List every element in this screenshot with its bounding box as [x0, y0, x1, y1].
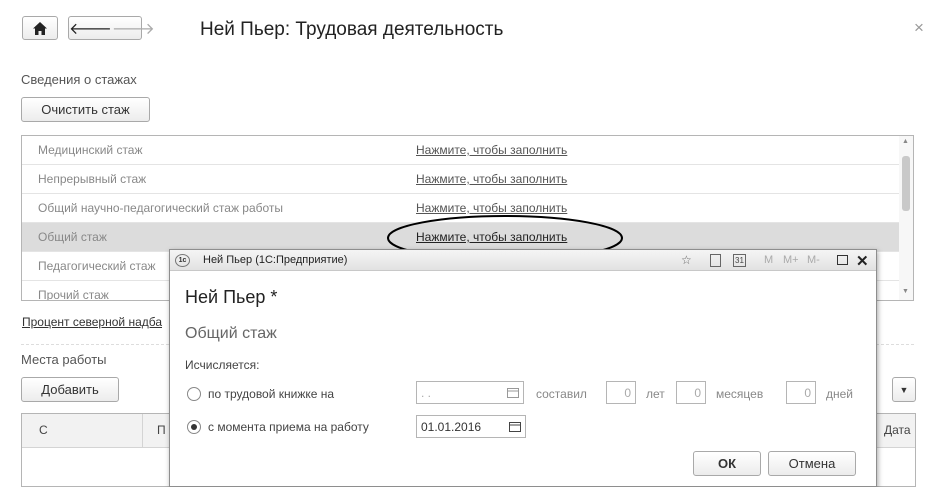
north-percent-link[interactable]: Процент северной надба — [22, 315, 162, 329]
calendar-icon[interactable]: 31 — [733, 254, 746, 267]
memory-m-button[interactable]: M — [764, 254, 773, 266]
radio-s-momenta-priema[interactable] — [187, 420, 201, 434]
date-value: 01.01.2016 — [421, 420, 482, 434]
ok-button[interactable]: ОК — [693, 451, 761, 476]
date-placeholder: . . — [421, 386, 432, 400]
days-field[interactable]: 0 — [786, 381, 816, 404]
favorite-icon[interactable]: ☆ — [681, 253, 692, 267]
radio-trudovaya-knizhka[interactable] — [187, 387, 201, 401]
option2-label: с момента приема на работу — [208, 420, 369, 434]
option2-date-field[interactable]: 01.01.2016 — [416, 415, 526, 438]
col-sep — [142, 414, 143, 448]
dialog-heading: Ней Пьер * — [185, 287, 278, 307]
memory-minus-button[interactable]: M- — [807, 254, 820, 266]
col-p[interactable]: П — [157, 423, 166, 437]
memory-plus-button[interactable]: M+ — [783, 254, 799, 266]
more-menu-button[interactable]: ▼ — [892, 377, 916, 402]
sostavil-label: составил — [536, 387, 587, 401]
dialog-subheading: Общий стаж — [185, 325, 277, 342]
dialog-close-icon[interactable]: ✕ — [856, 252, 869, 270]
radio-dot — [191, 424, 197, 430]
calendar-picker-icon[interactable] — [505, 416, 525, 437]
places-section-label: Места работы — [21, 352, 107, 367]
option1-date-field[interactable]: . . — [416, 381, 524, 404]
maximize-icon[interactable] — [837, 255, 848, 265]
dialog-titlebar: 1c Ней Пьер (1С:Предприятие) ☆ 31 M M+ M… — [170, 250, 876, 271]
months-field[interactable]: 0 — [676, 381, 706, 404]
years-field[interactable]: 0 — [606, 381, 636, 404]
chevron-down-icon: ▼ — [899, 384, 909, 395]
calculator-icon[interactable] — [710, 254, 721, 267]
option1-label: по трудовой книжке на — [208, 387, 335, 401]
obshchiy-stazh-dialog: 1c Ней Пьер (1С:Предприятие) ☆ 31 M M+ M… — [169, 249, 877, 487]
col-date[interactable]: Дата — [884, 423, 911, 437]
cancel-button[interactable]: Отмена — [768, 451, 856, 476]
years-label: лет — [646, 387, 665, 401]
calendar-picker-icon[interactable] — [503, 382, 523, 403]
dialog-window-title: Ней Пьер (1С:Предприятие) — [203, 254, 348, 266]
add-button[interactable]: Добавить — [21, 377, 119, 402]
months-label: месяцев — [716, 387, 764, 401]
days-label: дней — [826, 387, 854, 401]
1c-logo-icon: 1c — [175, 254, 190, 267]
col-from[interactable]: С — [39, 423, 48, 437]
calc-label: Исчисляется: — [185, 358, 260, 372]
